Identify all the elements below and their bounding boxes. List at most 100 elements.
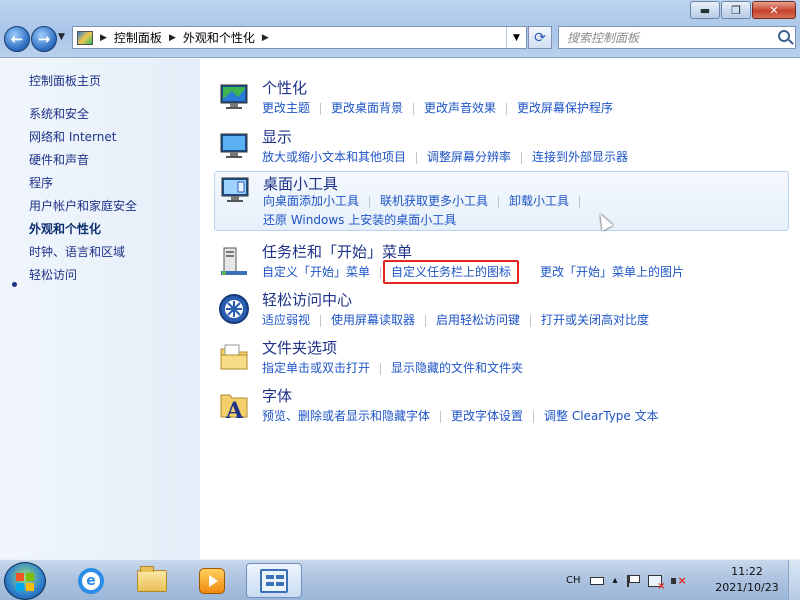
category-ease-of-access: 轻松访问中心 适应弱视 使用屏幕读取器 启用轻松访问键 打开或关闭高对比度 (214, 289, 789, 333)
show-desktop-button[interactable] (788, 560, 800, 600)
back-button[interactable]: ← (4, 26, 30, 52)
keyboard-icon[interactable] (589, 576, 604, 585)
tray-expand-icon[interactable]: ▴ (613, 575, 618, 586)
fonts-icon: A (220, 394, 248, 421)
taskbar-media-player[interactable] (184, 563, 240, 598)
breadcrumb-separator-icon[interactable]: ▶ (100, 33, 107, 43)
sidebar-item-ease-of-access[interactable]: 轻松访问 (29, 266, 77, 283)
address-bar[interactable]: ▶ 控制面板 ▶ 外观和个性化 ▶ ▼ (72, 26, 527, 49)
sidebar-item-programs[interactable]: 程序 (29, 174, 53, 191)
main-content: 个性化 更改主题 更改桌面背景 更改声音效果 更改屏幕保护程序 显示 放大或缩小文本和… (200, 59, 800, 559)
current-item-bullet-icon (12, 282, 17, 287)
close-button[interactable]: ✕ (752, 1, 796, 19)
category-links: 放大或缩小文本和其他项目 调整屏幕分辨率 连接到外部显示器 (262, 148, 782, 167)
link-separator (320, 102, 322, 115)
sidebar-item-hardware-sound[interactable]: 硬件和声音 (29, 151, 89, 168)
svg-text:A: A (225, 398, 244, 421)
taskbar-internet-explorer[interactable]: e (63, 563, 119, 598)
clock[interactable]: 11:22 2021/10/23 (712, 564, 782, 596)
category-fonts: A 字体 预览、删除或者显示和隐藏字体 更改字体设置 调整 ClearType 文本 (214, 385, 789, 429)
link-cleartype[interactable]: 调整 ClearType 文本 (544, 409, 659, 423)
language-indicator[interactable]: CH (566, 575, 581, 586)
link-ease-keys[interactable]: 启用轻松访问键 (436, 313, 520, 327)
link-low-vision[interactable]: 适应弱视 (262, 313, 310, 327)
sidebar-item-appearance[interactable]: 外观和个性化 (29, 220, 101, 237)
search-input[interactable]: 搜索控制面板 (558, 26, 796, 49)
search-placeholder: 搜索控制面板 (567, 31, 640, 45)
link-restore-gadgets[interactable]: 还原 Windows 上安装的桌面小工具 (263, 213, 456, 227)
category-title[interactable]: 任务栏和「开始」菜单 (262, 241, 412, 262)
link-change-screensaver[interactable]: 更改屏幕保护程序 (517, 101, 613, 115)
internet-explorer-icon: e (78, 567, 104, 594)
clock-time: 11:22 (731, 565, 763, 578)
display-icon (220, 133, 248, 158)
link-external-display[interactable]: 连接到外部显示器 (532, 150, 628, 164)
start-button[interactable] (4, 562, 46, 600)
link-separator (369, 195, 371, 208)
refresh-button[interactable]: ⟳ (528, 26, 552, 49)
link-text-size[interactable]: 放大或缩小文本和其他项目 (262, 150, 406, 164)
link-show-hidden-files[interactable]: 显示隐藏的文件和文件夹 (391, 361, 523, 375)
breadcrumb-control-panel[interactable]: 控制面板 (114, 29, 162, 46)
folder-icon (137, 565, 167, 592)
link-single-double-click[interactable]: 指定单击或双击打开 (262, 361, 370, 375)
address-dropdown-chevron-icon[interactable]: ▼ (506, 27, 526, 48)
sidebar-item-user-accounts[interactable]: 用户帐户和家庭安全 (29, 197, 137, 214)
breadcrumb-appearance[interactable]: 外观和个性化 (183, 29, 255, 46)
link-separator (521, 151, 523, 164)
ease-of-access-icon (219, 294, 249, 324)
category-title[interactable]: 文件夹选项 (262, 337, 337, 358)
breadcrumb-separator-icon[interactable]: ▶ (262, 33, 269, 43)
category-folder-options: 文件夹选项 指定单击或双击打开 显示隐藏的文件和文件夹 (214, 337, 789, 381)
link-change-start-picture[interactable]: 更改「开始」菜单上的图片 (540, 265, 684, 279)
maximize-button[interactable]: ❐ (721, 1, 751, 19)
link-separator (440, 410, 442, 423)
link-separator (425, 314, 427, 327)
personalization-icon (220, 84, 248, 109)
link-separator (530, 314, 532, 327)
link-change-theme[interactable]: 更改主题 (262, 101, 310, 115)
forward-button[interactable]: → (31, 26, 57, 52)
category-display: 显示 放大或缩小文本和其他项目 调整屏幕分辨率 连接到外部显示器 (214, 126, 789, 170)
link-customize-start-menu[interactable]: 自定义「开始」菜单 (262, 265, 370, 279)
category-title[interactable]: 个性化 (262, 77, 307, 98)
link-separator (579, 195, 581, 208)
minimize-button[interactable]: ▬ (690, 1, 720, 19)
category-title[interactable]: 字体 (262, 385, 292, 406)
link-font-settings[interactable]: 更改字体设置 (451, 409, 523, 423)
category-links: 更改主题 更改桌面背景 更改声音效果 更改屏幕保护程序 (262, 99, 782, 118)
taskbar-icon (221, 247, 247, 275)
link-high-contrast[interactable]: 打开或关闭高对比度 (541, 313, 649, 327)
volume-muted-icon[interactable] (670, 574, 687, 587)
link-uninstall-gadget[interactable]: 卸载小工具 (509, 194, 569, 208)
category-personalization: 个性化 更改主题 更改桌面背景 更改声音效果 更改屏幕保护程序 (214, 77, 789, 121)
sidebar-item-control-panel-home[interactable]: 控制面板主页 (29, 72, 101, 89)
sidebar-item-clock-language-region[interactable]: 时钟、语言和区域 (29, 243, 125, 260)
breadcrumb-separator-icon[interactable]: ▶ (169, 33, 176, 43)
network-icon[interactable] (647, 574, 666, 592)
link-screen-resolution[interactable]: 调整屏幕分辨率 (427, 150, 511, 164)
link-customize-taskbar-icons[interactable]: 自定义任务栏上的图标 (383, 260, 520, 284)
category-taskbar-start-menu: 任务栏和「开始」菜单 自定义「开始」菜单 自定义任务栏上的图标 更改「开始」菜单上的… (214, 241, 789, 285)
link-get-more-gadgets[interactable]: 联机获取更多小工具 (380, 194, 488, 208)
taskbar-control-panel[interactable] (246, 563, 302, 598)
link-screen-reader[interactable]: 使用屏幕读取器 (331, 313, 415, 327)
category-title[interactable]: 桌面小工具 (263, 173, 338, 194)
category-title[interactable]: 轻松访问中心 (262, 289, 352, 310)
category-title[interactable]: 显示 (262, 126, 292, 147)
gadgets-icon (221, 177, 249, 202)
link-preview-delete-fonts[interactable]: 预览、删除或者显示和隐藏字体 (262, 409, 430, 423)
link-add-gadgets[interactable]: 向桌面添加小工具 (263, 194, 359, 208)
link-separator (529, 267, 530, 279)
media-player-icon (199, 567, 225, 594)
action-center-flag-icon[interactable] (626, 574, 640, 587)
link-separator (413, 102, 415, 115)
search-icon[interactable] (778, 30, 790, 42)
category-desktop-gadgets: 桌面小工具 向桌面添加小工具 联机获取更多小工具 卸载小工具 还原 Windows … (214, 171, 789, 231)
link-change-sounds[interactable]: 更改声音效果 (424, 101, 496, 115)
taskbar-windows-explorer[interactable] (124, 563, 180, 598)
sidebar-item-system-security[interactable]: 系统和安全 (29, 105, 89, 122)
link-change-background[interactable]: 更改桌面背景 (331, 101, 403, 115)
sidebar-item-network-internet[interactable]: 网络和 Internet (29, 128, 116, 145)
recent-pages-chevron-icon[interactable]: ▼ (58, 32, 65, 42)
